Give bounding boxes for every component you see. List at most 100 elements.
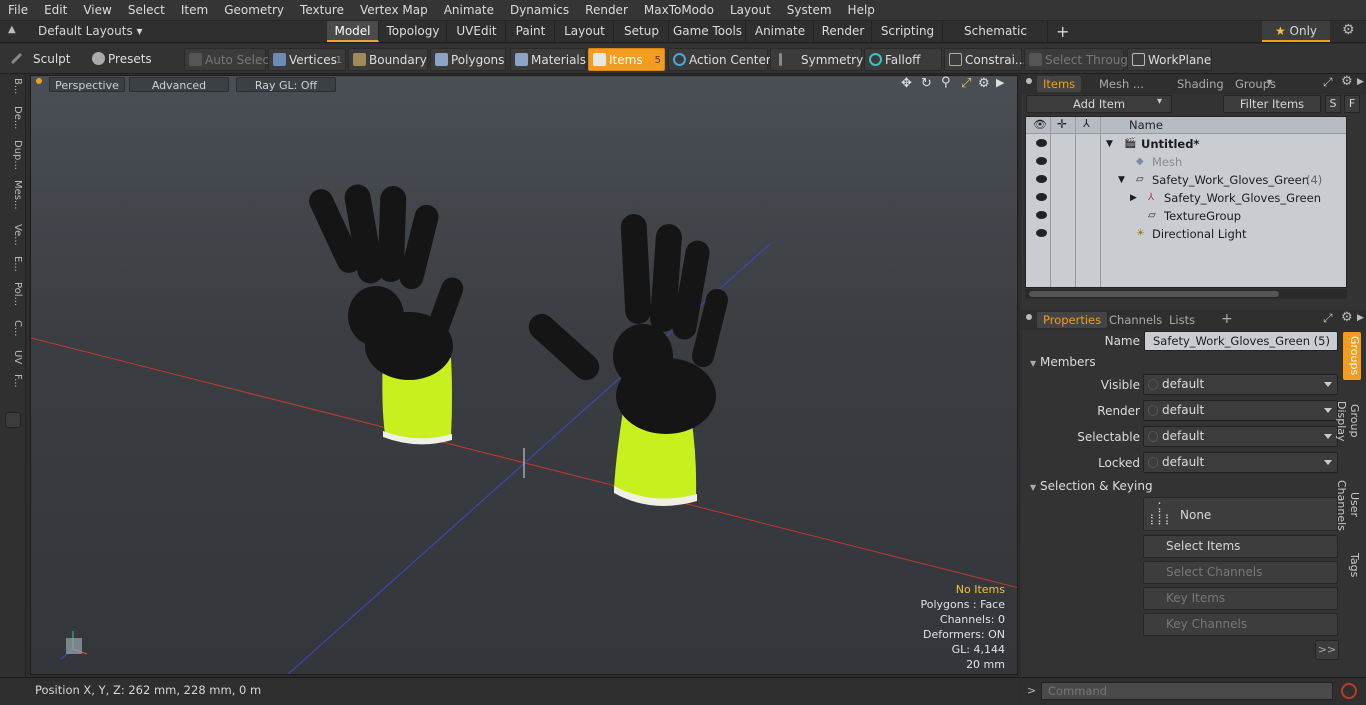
menu-maxtomodo[interactable]: MaxToModo bbox=[636, 0, 722, 21]
expand-tabs-button[interactable] bbox=[5, 412, 21, 428]
tab-curve[interactable]: C... bbox=[3, 320, 23, 337]
tab-render[interactable]: Render bbox=[815, 21, 872, 42]
selection-keying-section[interactable]: ▼ Selection & Keying bbox=[1030, 479, 1153, 493]
tab-mesh-edit[interactable]: Mes... bbox=[3, 180, 23, 210]
selectable-dropdown[interactable]: default bbox=[1143, 426, 1338, 447]
eye-icon[interactable] bbox=[1036, 175, 1047, 183]
name-column-header[interactable]: Name bbox=[1129, 118, 1163, 132]
tree-row-locator[interactable]: ▶ ⅄ Safety_Work_Gloves_Green bbox=[1026, 189, 1346, 207]
item-tree[interactable]: 👁 ✛ ⅄ Name ▼ 🎬 Untitled* ◆ Mesh ▼ ▱ Safe… bbox=[1025, 116, 1347, 288]
collapse-arrow-icon[interactable]: ▶ bbox=[1130, 189, 1137, 207]
menu-animate[interactable]: Animate bbox=[436, 0, 502, 21]
tab-basic[interactable]: B... bbox=[3, 78, 23, 94]
key-channels-button[interactable]: Key Channels bbox=[1143, 613, 1338, 636]
polygons-button[interactable]: Polygons bbox=[430, 48, 506, 71]
menu-texture[interactable]: Texture bbox=[292, 0, 352, 21]
properties-gear-icon[interactable]: ⚙ bbox=[1341, 310, 1353, 325]
workplane-button[interactable]: WorkPlane bbox=[1127, 48, 1212, 71]
properties-maximize-icon[interactable]: ⤢ bbox=[1323, 311, 1333, 326]
menu-view[interactable]: View bbox=[75, 0, 119, 21]
layouts-dropdown[interactable]: Default Layouts ▾ bbox=[38, 21, 143, 42]
tree-row-light[interactable]: ☀ Directional Light bbox=[1026, 225, 1346, 243]
menu-select[interactable]: Select bbox=[120, 0, 173, 21]
tab-mesh[interactable]: Mesh ... bbox=[1093, 76, 1150, 92]
panel-expand-icon[interactable]: ▶ bbox=[1357, 77, 1364, 87]
side-tab-user-channels[interactable]: User Channels bbox=[1335, 466, 1361, 544]
rotate-view-icon[interactable]: ↻ bbox=[921, 76, 932, 91]
zoom-view-icon[interactable]: ⚲ bbox=[941, 76, 951, 90]
select-channels-button[interactable]: Select Channels bbox=[1143, 561, 1338, 584]
filter-items-input[interactable]: Filter Items bbox=[1223, 95, 1321, 113]
menu-help[interactable]: Help bbox=[840, 0, 883, 21]
tree-row-untitled[interactable]: ▼ 🎬 Untitled* bbox=[1026, 135, 1346, 153]
tab-shading[interactable]: Shading bbox=[1171, 76, 1230, 92]
side-tab-tags[interactable]: Tags bbox=[1343, 550, 1361, 580]
command-input[interactable] bbox=[1041, 682, 1333, 700]
visible-dropdown[interactable]: default bbox=[1143, 374, 1338, 395]
menu-item[interactable]: Item bbox=[173, 0, 216, 21]
f-button[interactable]: F bbox=[1344, 95, 1360, 113]
properties-expand-icon[interactable]: ▶ bbox=[1357, 313, 1364, 323]
tree-row-group[interactable]: ▼ ▱ Safety_Work_Gloves_Green (4) bbox=[1026, 171, 1346, 189]
eye-icon[interactable] bbox=[1036, 157, 1047, 165]
viewport-menu-icon[interactable] bbox=[36, 78, 42, 84]
menu-edit[interactable]: Edit bbox=[36, 0, 75, 21]
tab-setup[interactable]: Setup bbox=[615, 21, 669, 42]
side-tab-group-display[interactable]: Group Display bbox=[1335, 384, 1361, 458]
gear-icon[interactable]: ⚙ bbox=[1342, 22, 1355, 38]
menu-render[interactable]: Render bbox=[577, 0, 636, 21]
menu-geometry[interactable]: Geometry bbox=[216, 0, 292, 21]
boundary-button[interactable]: Boundary bbox=[348, 48, 428, 71]
tree-row-mesh[interactable]: ◆ Mesh bbox=[1026, 153, 1346, 171]
tab-animate[interactable]: Animate bbox=[747, 21, 814, 42]
eye-icon[interactable] bbox=[1036, 139, 1047, 147]
materials-button[interactable]: Materials bbox=[510, 48, 586, 71]
properties-menu-icon[interactable] bbox=[1026, 314, 1032, 320]
select-through-button[interactable]: Select Through bbox=[1024, 48, 1136, 71]
tab-vertex[interactable]: Ve... bbox=[3, 224, 23, 246]
more-button[interactable]: >> bbox=[1315, 640, 1339, 660]
tab-deform[interactable]: De... bbox=[3, 106, 23, 129]
only-toggle[interactable]: ★ Only bbox=[1262, 21, 1330, 42]
expand-arrow-icon[interactable]: ▼ bbox=[1118, 171, 1125, 189]
menu-dynamics[interactable]: Dynamics bbox=[502, 0, 577, 21]
add-tab-button[interactable]: + bbox=[1056, 21, 1069, 42]
tab-paint[interactable]: Paint bbox=[507, 21, 555, 42]
panel-maximize-icon[interactable]: ⤢ bbox=[1323, 75, 1333, 90]
menu-file[interactable]: File bbox=[0, 0, 36, 21]
select-items-button[interactable]: Select Items bbox=[1143, 535, 1338, 558]
constraints-button[interactable]: Constrai... bbox=[944, 48, 1026, 71]
eye-icon[interactable] bbox=[1036, 211, 1047, 219]
action-center-button[interactable]: Action Center bbox=[668, 48, 771, 71]
tab-channels[interactable]: Channels bbox=[1103, 312, 1168, 328]
eye-icon[interactable] bbox=[1036, 193, 1047, 201]
auto-select-button[interactable]: Auto Select bbox=[184, 48, 274, 71]
record-icon[interactable] bbox=[1341, 683, 1357, 699]
add-tab-icon[interactable]: + bbox=[1221, 311, 1233, 327]
move-view-icon[interactable]: ✥ bbox=[901, 76, 912, 91]
tab-lists[interactable]: Lists bbox=[1163, 312, 1201, 328]
tab-topology[interactable]: Topology bbox=[380, 21, 447, 42]
items-button[interactable]: Items 5 bbox=[588, 48, 665, 71]
collapse-icon[interactable]: ▲ bbox=[8, 24, 16, 35]
name-field[interactable]: Safety_Work_Gloves_Green (5) bbox=[1144, 331, 1338, 351]
panel-menu-icon[interactable] bbox=[1026, 78, 1032, 84]
fit-view-icon[interactable]: ⤢ bbox=[961, 76, 971, 91]
tab-items[interactable]: Items bbox=[1037, 76, 1082, 92]
panel-gear-icon[interactable]: ⚙ bbox=[1341, 74, 1353, 89]
tab-overflow-icon[interactable]: ▾ bbox=[1267, 77, 1272, 88]
tree-scrollbar[interactable] bbox=[1025, 289, 1347, 299]
tab-scripting[interactable]: Scripting bbox=[873, 21, 943, 42]
tab-duplicate[interactable]: Dup... bbox=[3, 140, 23, 170]
add-item-caret-icon[interactable]: ▾ bbox=[1157, 96, 1162, 107]
sculpt-button[interactable]: Sculpt bbox=[5, 48, 85, 71]
render-dropdown[interactable]: default bbox=[1143, 400, 1338, 421]
vertices-button[interactable]: Vertices 1 bbox=[268, 48, 346, 71]
s-button[interactable]: S bbox=[1325, 95, 1341, 113]
menu-system[interactable]: System bbox=[779, 0, 840, 21]
tab-uvedit[interactable]: UVEdit bbox=[448, 21, 506, 42]
3d-viewport[interactable]: Perspective Advanced Ray GL: Off ✥ ↻ ⚲ ⤢… bbox=[30, 75, 1018, 675]
selection-mode-button[interactable]: ⠀⠂ ⠀⠆ ⠆⠆⠆ ⠆⠆⠆ None bbox=[1143, 497, 1338, 531]
tab-schematic-fusion[interactable]: Schematic Fusion bbox=[944, 21, 1048, 59]
perspective-button[interactable]: Perspective bbox=[49, 77, 125, 92]
